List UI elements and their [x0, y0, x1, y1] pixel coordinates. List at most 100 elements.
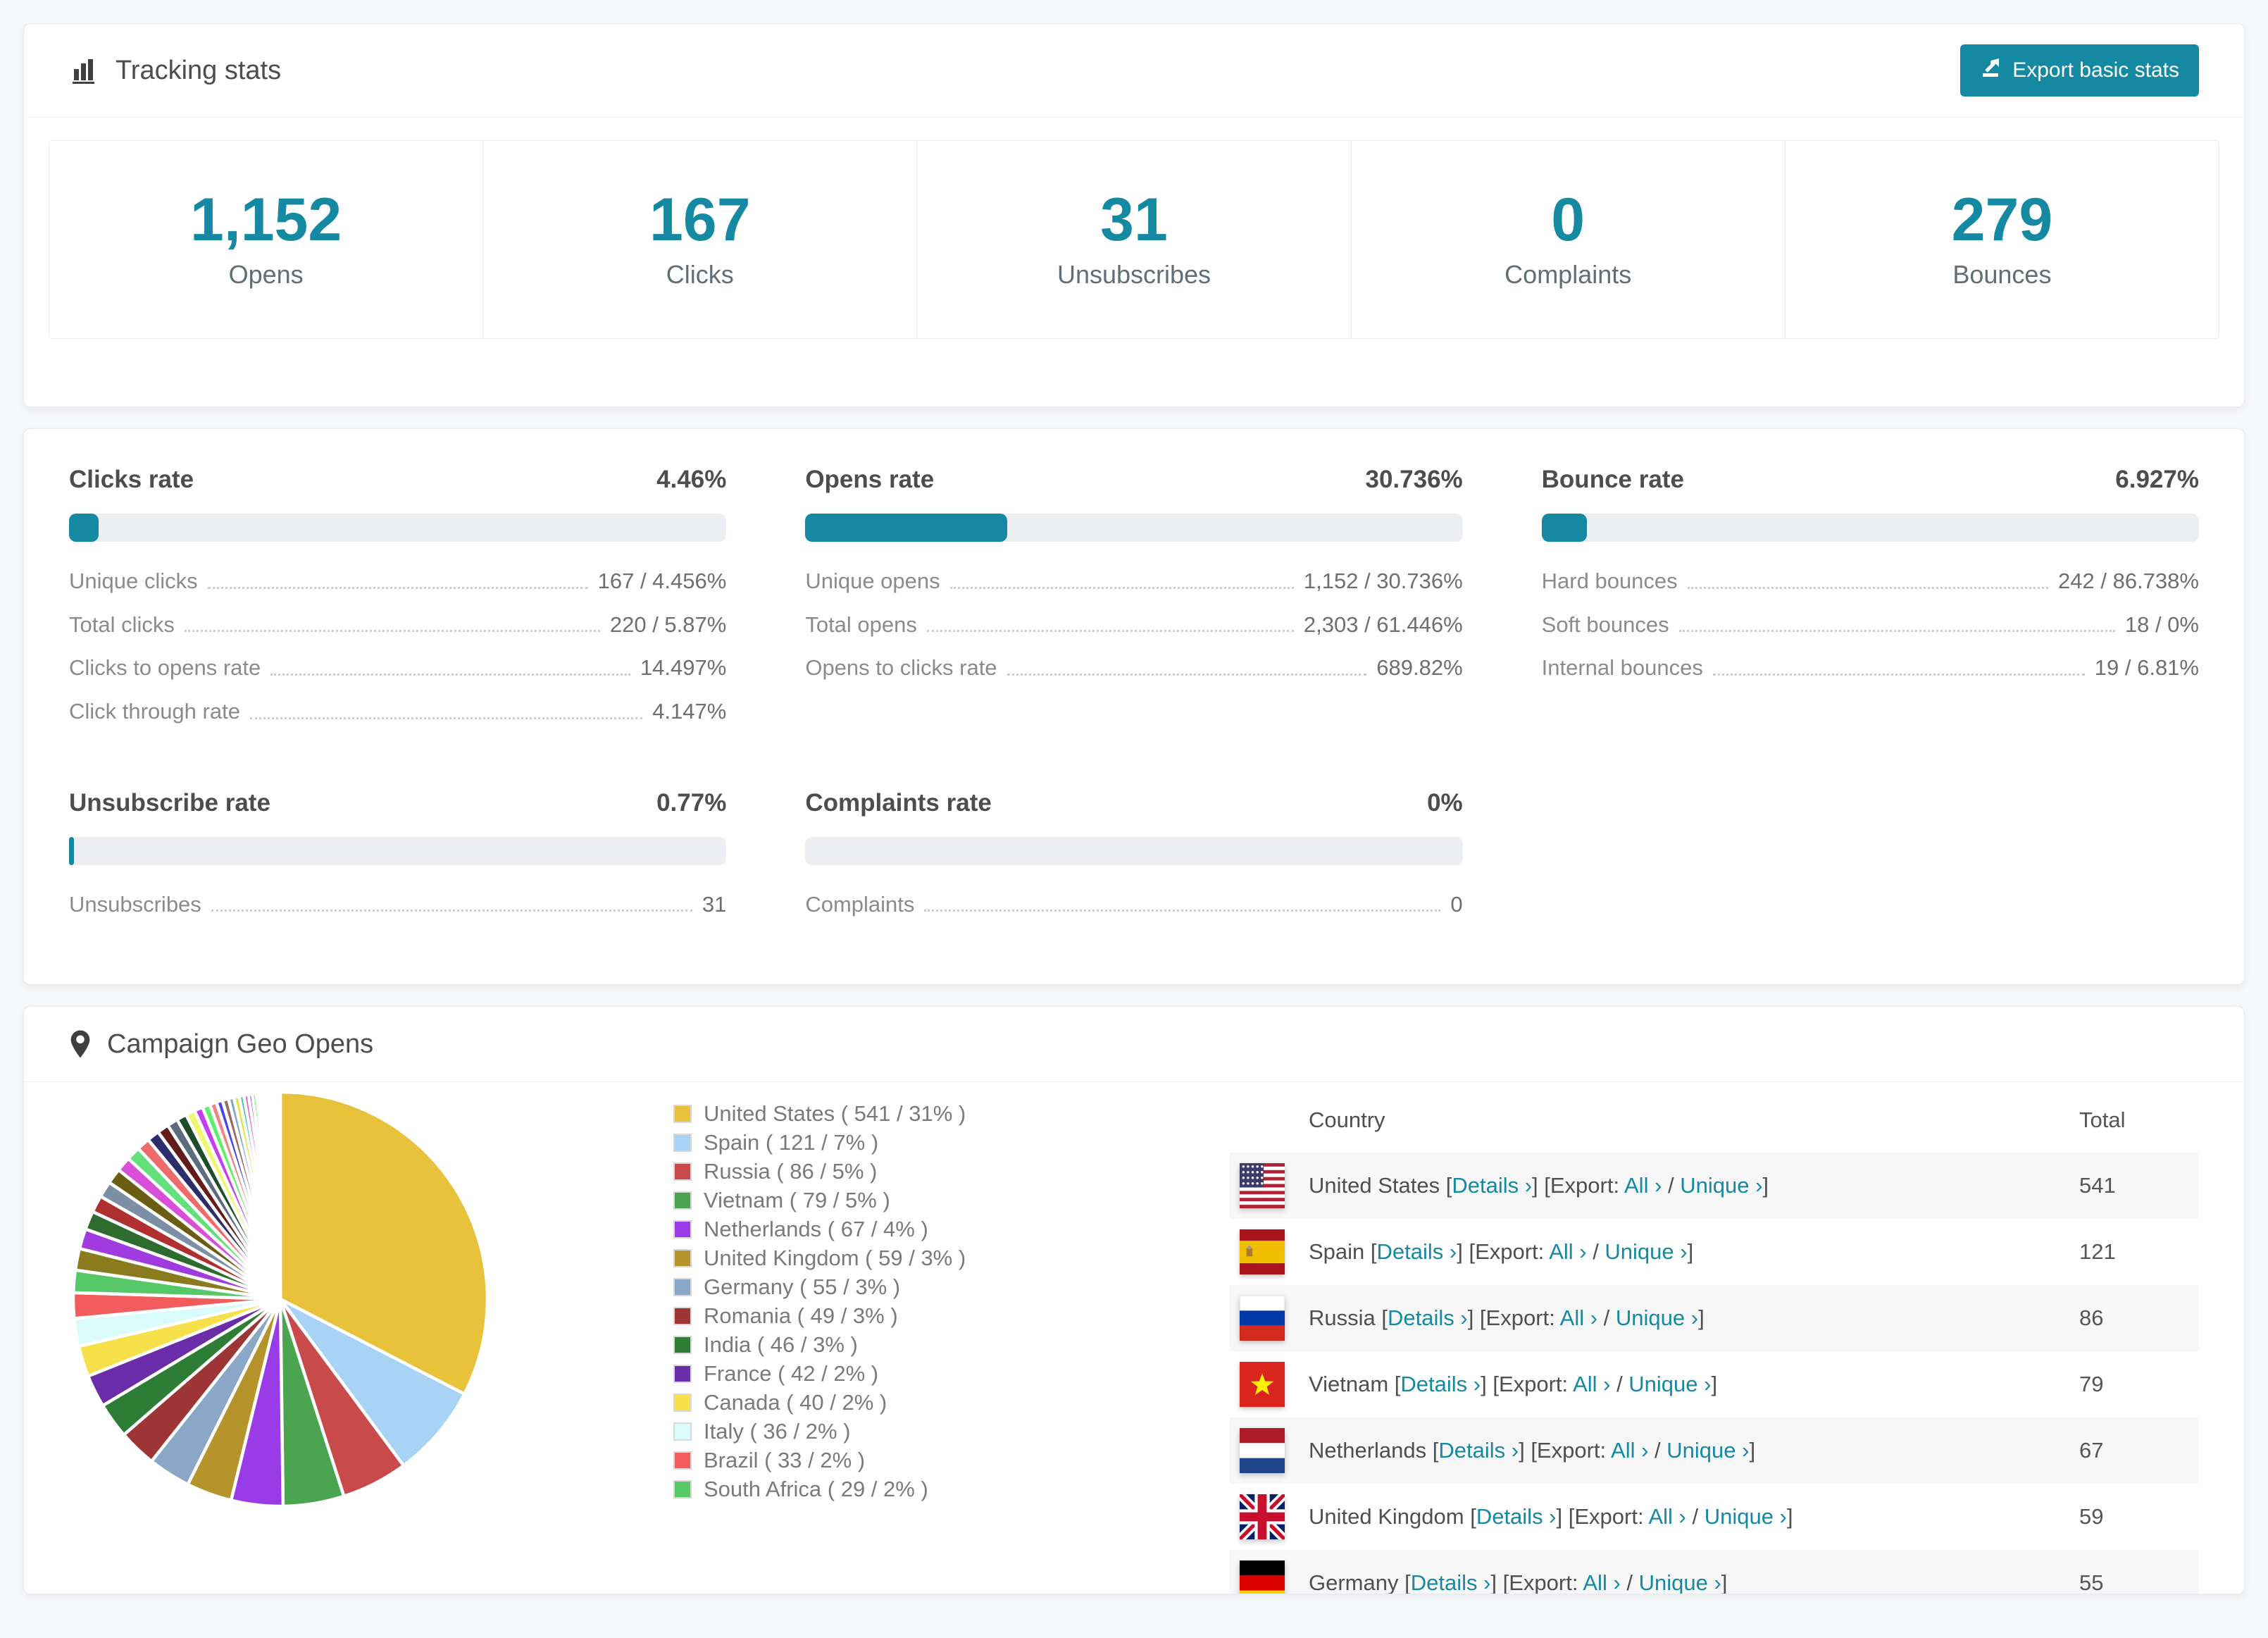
geo-opens-title-wrap: Campaign Geo Opens [69, 1029, 373, 1060]
legend-item-vietnam: Vietnam ( 79 / 5% ) [673, 1186, 1159, 1215]
legend-swatch [673, 1479, 692, 1499]
stat-label: Complaints [1504, 260, 1632, 289]
rates-card: Clicks rate 4.46% Unique clicks 167 / 4.456… [23, 428, 2245, 985]
rate-rows: Complaints 0 [805, 892, 1462, 917]
opens-rate-progressbar [805, 514, 1463, 542]
dotted-leader [924, 910, 1441, 912]
geo-row-united-kingdom: United Kingdom [Details ›] [Export: All … [1230, 1484, 2199, 1550]
rate-rows: Unsubscribes 31 [69, 892, 726, 917]
rate-row-unique-opens: Unique opens 1,152 / 30.736% [805, 569, 1462, 594]
country-name: Spain [1309, 1239, 1365, 1264]
rate-row-value: 0 [1450, 891, 1463, 917]
geo-opens-body: United States ( 541 / 31% ) Spain ( 121 /… [24, 1082, 2244, 1594]
rates-grid: Clicks rate 4.46% Unique clicks 167 / 4.456… [24, 429, 2244, 935]
dotted-leader [270, 673, 630, 676]
export-unique-link[interactable]: Unique › [1605, 1239, 1687, 1264]
export-all-link[interactable]: All › [1611, 1438, 1648, 1463]
stat-value: 279 [1951, 186, 2053, 254]
legend-swatch [673, 1451, 692, 1470]
export-all-link[interactable]: All › [1624, 1173, 1662, 1198]
geo-pie-legend: United States ( 541 / 31% ) Spain ( 121 /… [673, 1099, 1159, 1503]
export-unique-link[interactable]: Unique › [1666, 1438, 1749, 1463]
rate-value: 30.736% [1365, 466, 1463, 493]
rate-title: Bounce rate [1541, 466, 1684, 493]
export-basic-stats-button[interactable]: Export basic stats [1960, 44, 2199, 97]
dotted-leader [949, 586, 1294, 589]
legend-label: Brazil ( 33 / 2% ) [704, 1447, 866, 1472]
dotted-leader [926, 630, 1294, 633]
country-cell: United Kingdom [Details ›] [Export: All … [1309, 1504, 1793, 1529]
export-all-link[interactable]: All › [1549, 1239, 1586, 1264]
tracking-stats-header: Tracking stats Export basic stats [24, 24, 2244, 118]
geo-opens-title: Campaign Geo Opens [107, 1029, 374, 1059]
country-cell: Spain [Details ›] [Export: All › / Uniqu… [1309, 1239, 1694, 1264]
details-link[interactable]: Details › [1452, 1173, 1532, 1198]
export-all-link[interactable]: All › [1648, 1504, 1686, 1529]
tracking-stats-title-wrap: Tracking stats [69, 55, 281, 86]
country-name: Vietnam [1309, 1372, 1389, 1396]
rate-row-label: Total opens [805, 612, 917, 637]
details-link[interactable]: Details › [1388, 1305, 1468, 1330]
rate-row-unsubscribes: Unsubscribes 31 [69, 892, 726, 917]
export-unique-link[interactable]: Unique › [1628, 1372, 1711, 1396]
geo-row-russia: Russia [Details ›] [Export: All › / Uniq… [1230, 1285, 2199, 1351]
rate-row-opens-to-clicks-rate: Opens to clicks rate 689.82% [805, 655, 1462, 681]
united-kingdom-flag-icon [1230, 1494, 1309, 1539]
legend-label: United States ( 541 / 31% ) [704, 1100, 966, 1126]
total-cell: 541 [2079, 1173, 2116, 1198]
rate-row-value: 689.82% [1376, 655, 1463, 681]
legend-label: Spain ( 121 / 7% ) [704, 1129, 879, 1155]
details-link[interactable]: Details › [1411, 1570, 1491, 1594]
details-link[interactable]: Details › [1476, 1504, 1557, 1529]
legend-swatch [673, 1104, 692, 1123]
rate-row-value: 31 [702, 891, 727, 917]
stat-clicks: 167 Clicks [483, 141, 918, 338]
export-all-link[interactable]: All › [1573, 1372, 1610, 1396]
progressbar-fill [69, 836, 75, 865]
bar-chart-icon [69, 55, 100, 86]
legend-label: Romania ( 49 / 3% ) [704, 1303, 898, 1328]
details-link[interactable]: Details › [1377, 1239, 1457, 1264]
legend-swatch [673, 1162, 692, 1181]
legend-swatch [673, 1393, 692, 1412]
legend-label: Vietnam ( 79 / 5% ) [704, 1187, 890, 1212]
clicks-rate-progressbar [69, 514, 727, 542]
legend-item-germany: Germany ( 55 / 3% ) [673, 1272, 1159, 1301]
tracking-stats-title: Tracking stats [116, 55, 282, 85]
country-name: United States [1309, 1173, 1440, 1198]
bounce-rate-progressbar [1541, 514, 2199, 542]
tracking-stats-card: Tracking stats Export basic stats 1,152 O… [23, 23, 2245, 407]
export-unique-link[interactable]: Unique › [1616, 1305, 1698, 1330]
country-cell: Vietnam [Details ›] [Export: All › / Uni… [1309, 1372, 1718, 1396]
legend-swatch [673, 1191, 692, 1210]
rate-block-clicks-rate: Clicks rate 4.46% Unique clicks 167 / 4.456… [69, 466, 727, 743]
rate-row-label: Complaints [805, 891, 915, 917]
dotted-leader [184, 630, 600, 633]
rate-title: Unsubscribe rate [69, 788, 270, 817]
country-cell: Russia [Details ›] [Export: All › / Uniq… [1309, 1305, 1705, 1330]
rate-row-clicks-to-opens-rate: Clicks to opens rate 14.497% [69, 655, 726, 681]
rate-head: Unsubscribe rate 0.77% [69, 789, 726, 817]
legend-item-italy: Italy ( 36 / 2% ) [673, 1417, 1159, 1446]
legend-swatch [673, 1364, 692, 1383]
export-all-link[interactable]: All › [1560, 1305, 1597, 1330]
details-link[interactable]: Details › [1400, 1372, 1481, 1396]
total-cell: 86 [2079, 1305, 2104, 1330]
geo-row-germany: Germany [Details ›] [Export: All › / Uni… [1230, 1550, 2199, 1594]
stat-label: Clicks [666, 260, 734, 289]
export-unique-link[interactable]: Unique › [1639, 1570, 1721, 1594]
export-unique-link[interactable]: Unique › [1705, 1504, 1787, 1529]
legend-swatch [673, 1277, 692, 1296]
netherlands-flag-icon [1230, 1428, 1309, 1473]
export-unique-link[interactable]: Unique › [1680, 1173, 1762, 1198]
dotted-leader [1007, 673, 1367, 676]
details-link[interactable]: Details › [1438, 1438, 1519, 1463]
rate-row-value: 14.497% [640, 655, 727, 681]
rate-block-opens-rate: Opens rate 30.736% Unique opens 1,152 / 30.… [805, 466, 1463, 743]
rate-rows: Unique opens 1,152 / 30.736% Total opens 2,… [805, 569, 1462, 681]
legend-item-spain: Spain ( 121 / 7% ) [673, 1128, 1159, 1157]
export-all-link[interactable]: All › [1583, 1570, 1620, 1594]
rate-row-value: 1,152 / 30.736% [1303, 569, 1463, 593]
progressbar-fill [805, 514, 1008, 542]
rate-block-unsubscribe-rate: Unsubscribe rate 0.77% Unsubscribes 31 [69, 789, 727, 936]
